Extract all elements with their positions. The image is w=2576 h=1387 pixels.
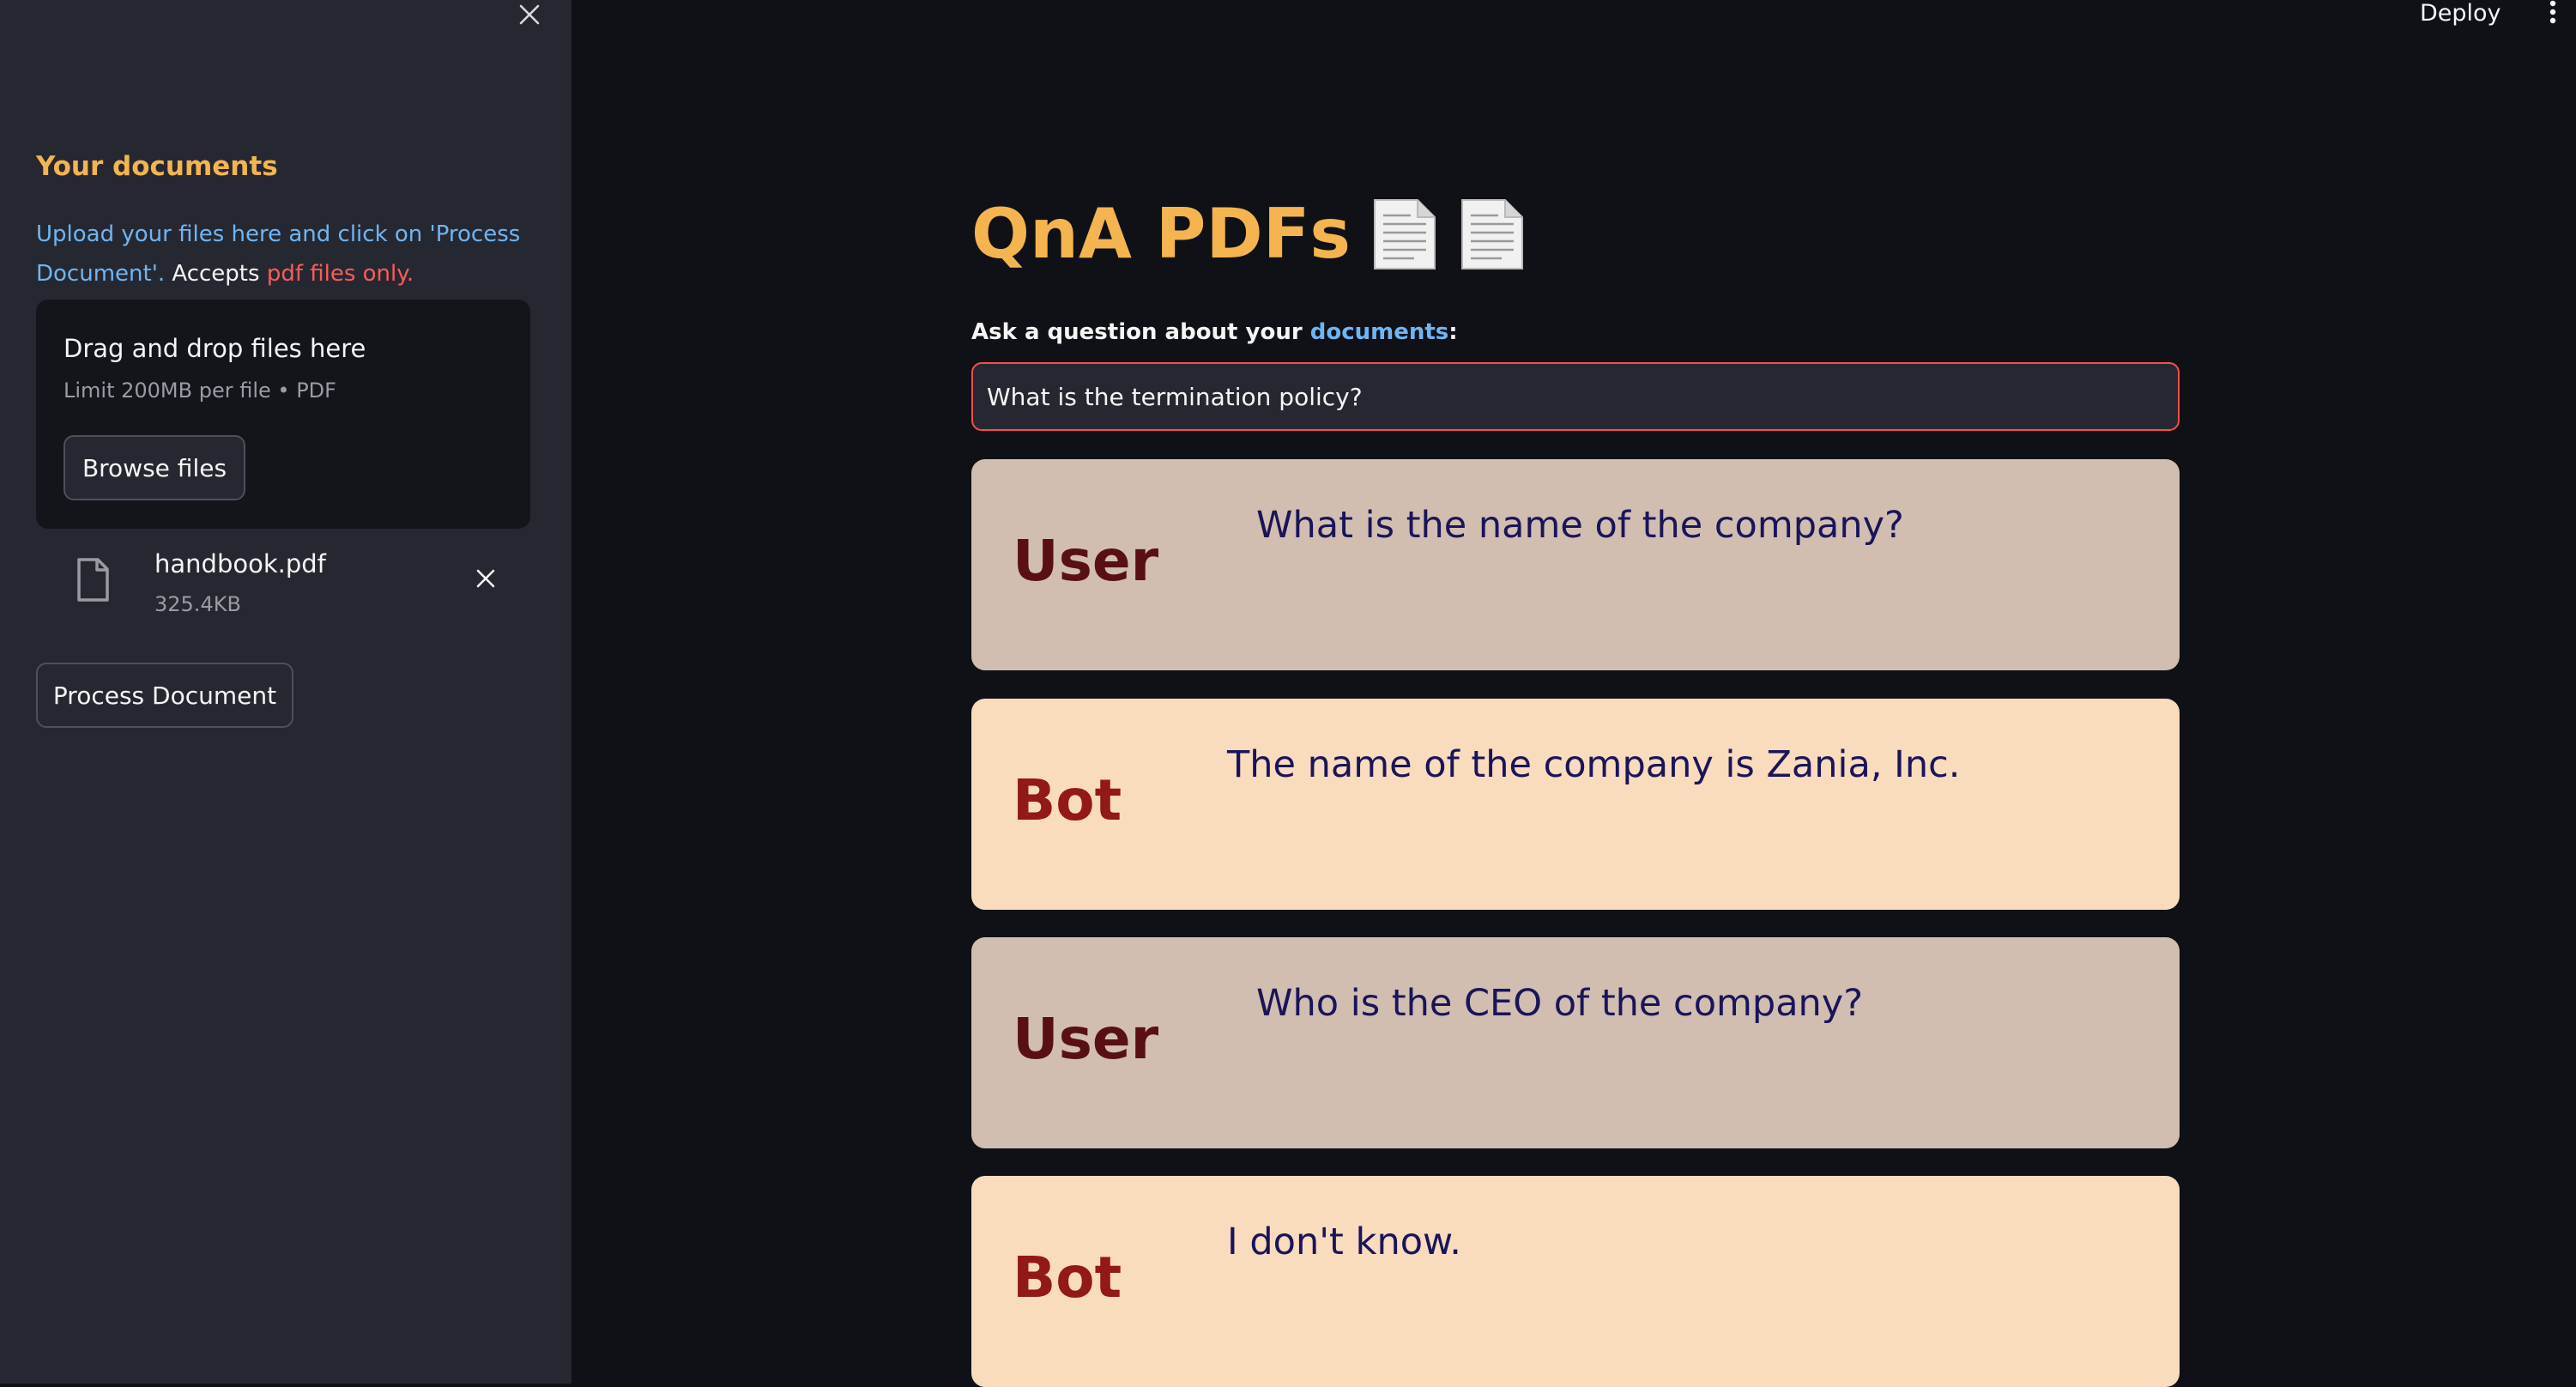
page-title-text: QnA PDFs — [971, 194, 1351, 274]
close-icon — [519, 4, 540, 25]
chat-message-user: User Who is the CEO of the company? — [971, 937, 2180, 1148]
chat-message-bot: Bot I don't know. — [971, 1176, 2180, 1387]
file-icon — [76, 558, 110, 606]
message-speaker: User — [1013, 1006, 1159, 1072]
message-speaker: Bot — [1013, 1245, 1122, 1311]
file-dropzone[interactable]: Drag and drop files here Limit 200MB per… — [36, 300, 530, 529]
process-document-button[interactable]: Process Document — [36, 663, 293, 728]
document-icon — [1374, 198, 1436, 270]
dropzone-title: Drag and drop files here — [63, 334, 366, 363]
browse-files-button[interactable]: Browse files — [63, 435, 245, 500]
sidebar-title: Your documents — [36, 151, 278, 182]
sidebar: Your documents Upload your files here an… — [0, 0, 571, 1384]
document-icon — [1461, 198, 1524, 270]
question-label: Ask a question about your documents: — [971, 319, 1458, 345]
close-icon — [476, 569, 495, 588]
sidebar-description: Upload your files here and click on 'Pro… — [36, 215, 534, 294]
question-input[interactable] — [971, 362, 2180, 431]
more-vertical-icon — [2549, 0, 2556, 24]
deploy-button[interactable]: Deploy — [2420, 0, 2501, 27]
remove-file-button[interactable] — [469, 561, 503, 596]
chat-message-user: User What is the name of the company? — [971, 459, 2180, 670]
uploaded-file: handbook.pdf 325.4KB — [36, 546, 530, 623]
description-accepts: Accepts — [165, 261, 267, 287]
chat-message-bot: Bot The name of the company is Zania, In… — [971, 699, 2180, 910]
question-label-highlight: documents — [1309, 319, 1449, 345]
close-sidebar-button[interactable] — [513, 0, 546, 29]
message-text: The name of the company is Zania, Inc. — [1227, 743, 1961, 786]
message-text: Who is the CEO of the company? — [1256, 982, 1864, 1025]
file-size: 325.4KB — [154, 592, 241, 616]
question-label-text: Ask a question about your — [971, 319, 1310, 345]
message-speaker: User — [1013, 528, 1159, 594]
page-title: QnA PDFs — [971, 194, 1526, 274]
description-filetype: pdf files only. — [266, 261, 414, 287]
message-text: What is the name of the company? — [1256, 504, 1904, 547]
question-label-colon: : — [1448, 319, 1458, 345]
message-text: I don't know. — [1227, 1220, 1461, 1263]
file-name: handbook.pdf — [154, 549, 326, 578]
message-speaker: Bot — [1013, 767, 1122, 833]
dropzone-limit: Limit 200MB per file • PDF — [63, 379, 336, 403]
main-menu-button[interactable] — [2540, 0, 2566, 26]
